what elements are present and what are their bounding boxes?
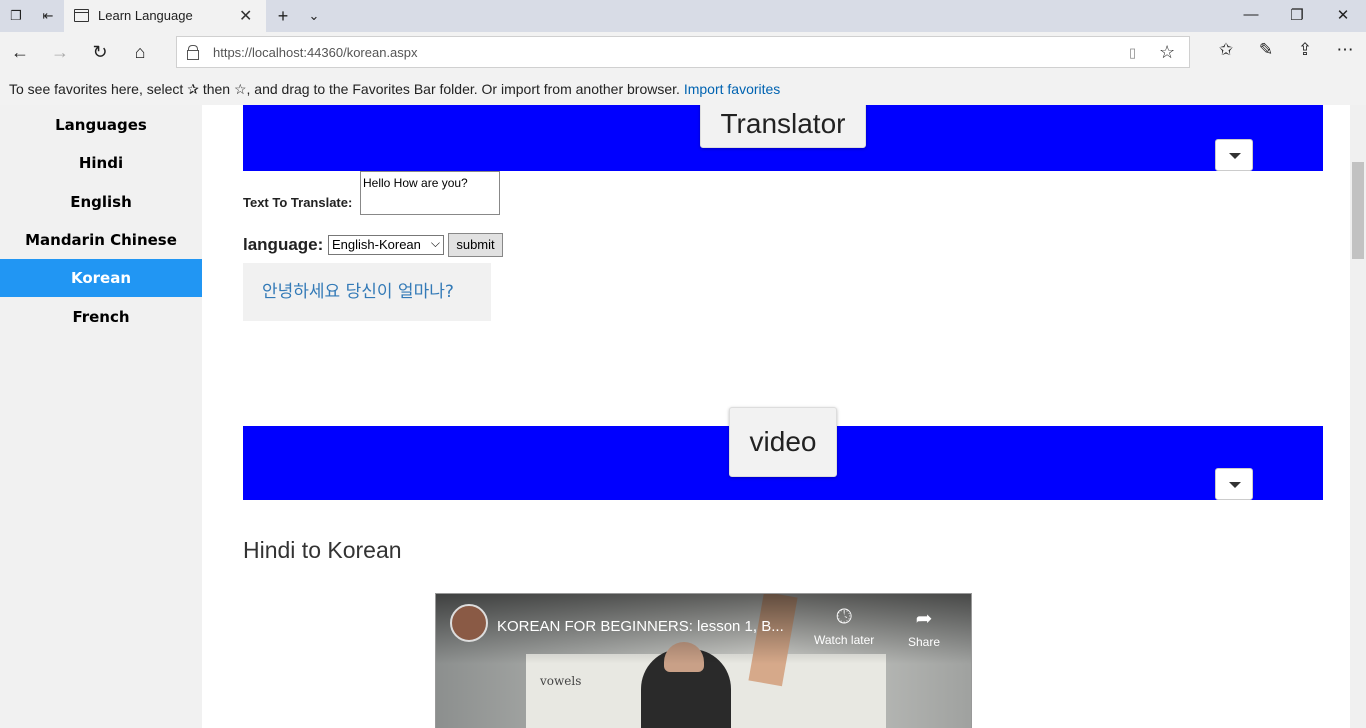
sidebar-item-korean[interactable]: Korean (0, 259, 202, 297)
clock-icon: 🕓︎ (836, 606, 853, 628)
lock-icon (187, 45, 199, 60)
translator-dropdown-button[interactable] (1215, 139, 1253, 171)
share-video-button[interactable]: ➦ Share (908, 606, 940, 649)
sidebar-item-mandarin-chinese[interactable]: Mandarin Chinese (0, 221, 202, 259)
tab-actions-icon[interactable]: ❐ (8, 8, 24, 24)
text-to-translate-input[interactable]: Hello How are you? (360, 171, 500, 215)
page-content: Languages Hindi English Mandarin Chinese… (0, 105, 1366, 728)
close-window-icon[interactable]: ✕ (1320, 6, 1366, 24)
video-dropdown-button[interactable] (1215, 468, 1253, 500)
sidebar-heading-languages: Languages (55, 116, 147, 134)
sidebar: Languages Hindi English Mandarin Chinese… (0, 105, 202, 728)
video-player[interactable]: vowels KOREAN FOR BEGINNERS: lesson 1, B… (435, 593, 972, 728)
refresh-icon[interactable]: ↻ (89, 41, 111, 63)
favorites-message: To see favorites here, select ✰ then ☆, … (9, 81, 680, 97)
sidebar-item-french[interactable]: French (0, 298, 202, 336)
notes-pen-icon[interactable]: ✎ (1255, 40, 1277, 60)
text-to-translate-label: Text To Translate: (243, 195, 353, 210)
url-text[interactable]: https://localhost:44360/korean.aspx (213, 45, 418, 60)
more-icon[interactable]: ⋯ (1334, 40, 1356, 60)
video-title[interactable]: KOREAN FOR BEGINNERS: lesson 1, B... (497, 618, 784, 635)
new-tab-icon[interactable]: + (275, 7, 291, 25)
favorite-star-icon[interactable]: ☆ (1159, 42, 1175, 63)
watch-later-button[interactable]: 🕓︎ Watch later (814, 606, 874, 647)
translator-heading: Translator (700, 105, 866, 148)
language-label: language: (243, 235, 324, 254)
video-heading: video (729, 407, 837, 477)
tab-bar: ❐ ⇤ Learn Language ✕ + ⌄ — ❐ ✕ (0, 0, 1366, 32)
url-field[interactable]: https://localhost:44360/korean.aspx ▯ ☆ (176, 36, 1190, 68)
chevron-down-icon[interactable]: ⌄ (306, 8, 322, 24)
sidebar-item-hindi[interactable]: Hindi (0, 144, 202, 182)
channel-avatar[interactable] (450, 604, 488, 642)
share-arrow-icon: ➦ (915, 608, 933, 630)
chevron-down-icon: ⌵ (430, 236, 440, 250)
favorites-hub-icon[interactable]: ✩ (1215, 40, 1237, 60)
close-tab-icon[interactable]: ✕ (239, 6, 252, 26)
forward-icon[interactable]: → (49, 41, 71, 63)
set-tabs-aside-icon[interactable]: ⇤ (40, 8, 56, 24)
restore-icon[interactable]: ❐ (1274, 6, 1320, 24)
watch-later-label: Watch later (814, 633, 875, 647)
share-icon[interactable]: ⇪ (1294, 40, 1316, 60)
favorites-bar: To see favorites here, select ✰ then ☆, … (0, 72, 1366, 105)
browser-tab[interactable]: Learn Language ✕ (64, 0, 266, 32)
tab-title: Learn Language (98, 8, 193, 23)
scroll-thumb[interactable] (1352, 162, 1364, 259)
import-favorites-link[interactable]: Import favorites (684, 81, 780, 97)
minimize-icon[interactable]: — (1228, 6, 1274, 23)
address-bar: ← → ↻ ⌂ https://localhost:44360/korean.a… (0, 32, 1366, 72)
share-label: Share (908, 635, 941, 649)
board-text: vowels (540, 674, 582, 688)
language-select[interactable]: English-Korean ⌵ (328, 235, 444, 255)
language-selected-value: English-Korean (332, 237, 421, 252)
reading-view-icon[interactable]: ▯ (1129, 45, 1136, 61)
home-icon[interactable]: ⌂ (129, 41, 151, 63)
sidebar-item-english[interactable]: English (0, 183, 202, 221)
video-subheading: Hindi to Korean (243, 537, 402, 563)
page-icon (74, 9, 89, 22)
submit-button[interactable]: submit (448, 233, 503, 257)
translation-result: 안녕하세요 당신이 얼마나? (243, 263, 491, 321)
back-icon[interactable]: ← (9, 41, 31, 63)
scrollbar[interactable] (1350, 105, 1366, 728)
